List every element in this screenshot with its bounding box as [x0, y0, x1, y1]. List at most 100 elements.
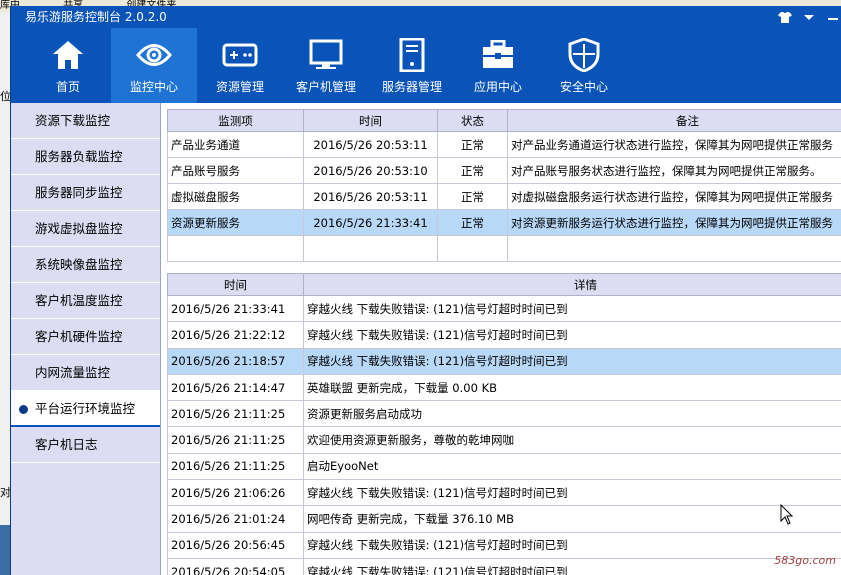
mouse-cursor-icon — [780, 504, 794, 525]
cell-detail: 启动EyooNet — [303, 452, 841, 481]
cell-detail: 穿越火线 下载失败错误: (121)信号灯超时时间已到 — [303, 557, 841, 575]
table-row[interactable]: 2016/5/26 20:54:05 穿越火线 下载失败错误: (121)信号灯超… — [167, 557, 841, 575]
tool-app-center[interactable]: 应用中心 — [455, 28, 541, 103]
table-row[interactable]: 2016/5/26 21:33:41 穿越火线 下载失败错误: (121)信号灯超… — [167, 294, 841, 323]
table-row[interactable]: 2016/5/26 21:11:25 欢迎使用资源更新服务，尊敬的乾坤网咖 — [167, 426, 841, 454]
sidebar-item-client-hardware[interactable]: 客户机硬件监控 — [11, 319, 160, 355]
sidebar-item-label: 服务器同步监控 — [35, 185, 123, 200]
cell-item: 产品账号服务 — [167, 157, 304, 184]
cell-detail: 穿越火线 下载失败错误: (121)信号灯超时时间已到 — [303, 294, 841, 323]
cell-time: 2016/5/26 21:11:25 — [167, 452, 304, 481]
cell-time: 2016/5/26 21:06:26 — [167, 479, 304, 507]
table-row[interactable]: 产品业务通道 2016/5/26 20:53:11 正常 对产品业务通道运行状态… — [167, 131, 841, 158]
column-header[interactable]: 时间 — [167, 273, 304, 296]
gamepad-icon — [222, 38, 258, 72]
table-row[interactable]: 2016/5/26 21:01:24 网吧传奇 更新完成，下载量 376.10 M… — [167, 505, 841, 533]
cell-note: 对产品账号服务状态进行监控，保障其为网吧提供正常服务。 — [507, 157, 841, 184]
tool-label: 首页 — [55, 80, 80, 94]
cell-item: 产品业务通道 — [167, 131, 304, 158]
column-header[interactable]: 详情 — [303, 273, 841, 296]
tool-security-center[interactable]: 安全中心 — [541, 28, 627, 103]
minimize-icon[interactable] — [826, 10, 840, 24]
log-table: 时间 详情 2016/5/26 21:33:41 穿越火线 下载失败错误: (12… — [167, 273, 841, 575]
sidebar-item-label: 系统映像盘监控 — [35, 257, 123, 272]
cell-time: 2016/5/26 20:53:10 — [303, 157, 438, 184]
table-row-empty — [167, 235, 841, 262]
cell-detail: 穿越火线 下载失败错误: (121)信号灯超时时间已到 — [303, 321, 841, 349]
cell-item: 资源更新服务 — [167, 209, 304, 236]
cell-detail: 欢迎使用资源更新服务，尊敬的乾坤网咖 — [303, 426, 841, 454]
cell-item: 虚拟磁盘服务 — [167, 183, 304, 210]
cell-time: 2016/5/26 20:56:45 — [167, 531, 304, 559]
title-bar[interactable]: 易乐游服务控制台 2.0.2.0 — [11, 6, 841, 28]
table-header-row: 时间 详情 — [167, 273, 841, 296]
monitor-main-panel: 监测项 时间 状态 备注 产品业务通道 2016/5/26 20:53:11 正… — [167, 109, 841, 575]
cell-time: 2016/5/26 21:11:25 — [167, 426, 304, 454]
dropdown-menu-icon[interactable] — [802, 10, 816, 24]
column-header[interactable]: 监测项 — [167, 109, 304, 132]
table-row[interactable]: 2016/5/26 20:56:45 穿越火线 下载失败错误: (121)信号灯超… — [167, 531, 841, 559]
table-row[interactable]: 产品账号服务 2016/5/26 20:53:10 正常 对产品账号服务状态进行… — [167, 157, 841, 184]
table-header-row: 监测项 时间 状态 备注 — [167, 109, 841, 132]
sidebar-item-resource-download[interactable]: 资源下载监控 — [11, 103, 160, 139]
table-row[interactable]: 虚拟磁盘服务 2016/5/26 20:53:11 正常 对虚拟磁盘服务运行状态… — [167, 183, 841, 210]
table-row[interactable]: 2016/5/26 21:11:25 资源更新服务启动成功 — [167, 400, 841, 428]
tool-resource-management[interactable]: 资源管理 — [197, 28, 283, 103]
tool-monitor-center[interactable]: 监控中心 — [111, 28, 197, 103]
sidebar-item-label: 客户机硬件监控 — [35, 329, 123, 344]
table-row-selected[interactable]: 2016/5/26 21:18:57 穿越火线 下载失败错误: (121)信号灯超… — [167, 347, 841, 375]
sidebar-item-system-image-disk[interactable]: 系统映像盘监控 — [11, 247, 160, 283]
sidebar-item-client-temperature[interactable]: 客户机温度监控 — [11, 283, 160, 319]
cell-note: 对产品业务通道运行状态进行监控，保障其为网吧提供正常服务 — [507, 131, 841, 158]
tool-label: 监控中心 — [129, 80, 178, 94]
sidebar-item-server-load[interactable]: 服务器负载监控 — [11, 139, 160, 175]
cell-time: 2016/5/26 21:18:57 — [167, 347, 304, 375]
table-row[interactable]: 2016/5/26 21:22:12 穿越火线 下载失败错误: (121)信号灯超… — [167, 321, 841, 349]
sidebar-item-platform-environment[interactable]: 平台运行环境监控 — [11, 391, 160, 427]
shield-icon — [566, 38, 602, 72]
cell-detail: 资源更新服务启动成功 — [303, 400, 841, 428]
cell-status: 正常 — [437, 157, 508, 184]
tool-home[interactable]: 首页 — [25, 28, 111, 103]
sidebar-item-label: 客户机温度监控 — [35, 293, 123, 308]
window-title: 易乐游服务控制台 2.0.2.0 — [25, 10, 167, 24]
app-window: 易乐游服务控制台 2.0.2.0 首页 监控中心 资源管理 客户机管理 服务器管… — [10, 6, 841, 575]
sidebar-item-label: 游戏虚拟盘监控 — [35, 221, 123, 236]
column-header[interactable]: 备注 — [507, 109, 841, 132]
content-area: 资源下载监控 服务器负载监控 服务器同步监控 游戏虚拟盘监控 系统映像盘监控 客… — [11, 103, 841, 575]
tool-label: 应用中心 — [473, 80, 522, 94]
sidebar-item-label: 服务器负载监控 — [35, 149, 123, 164]
column-header[interactable]: 时间 — [303, 109, 438, 132]
tool-label: 安全中心 — [559, 80, 608, 94]
cell-note: 对虚拟磁盘服务运行状态进行监控，保障其为网吧提供正常服务 — [507, 183, 841, 210]
table-row[interactable]: 2016/5/26 21:14:47 英雄联盟 更新完成，下载量 0.00 KB — [167, 373, 841, 402]
active-indicator-dot — [19, 405, 28, 414]
sidebar-item-label: 内网流量监控 — [35, 365, 111, 380]
cell-detail: 网吧传奇 更新完成，下载量 376.10 MB — [303, 505, 841, 533]
eye-icon — [136, 38, 172, 72]
skin-icon[interactable] — [778, 10, 792, 24]
sidebar-item-lan-traffic[interactable]: 内网流量监控 — [11, 355, 160, 391]
table-row-selected[interactable]: 资源更新服务 2016/5/26 21:33:41 正常 对资源更新服务运行状态… — [167, 209, 841, 236]
table-row[interactable]: 2016/5/26 21:06:26 穿越火线 下载失败错误: (121)信号灯超… — [167, 479, 841, 507]
cell-time: 2016/5/26 20:53:11 — [303, 131, 438, 158]
main-toolbar: 首页 监控中心 资源管理 客户机管理 服务器管理 应用中心 安全中心 — [11, 28, 841, 103]
sidebar-item-client-log[interactable]: 客户机日志 — [11, 427, 160, 463]
cell-status: 正常 — [437, 209, 508, 236]
column-header[interactable]: 状态 — [437, 109, 508, 132]
sidebar-item-game-virtual-disk[interactable]: 游戏虚拟盘监控 — [11, 211, 160, 247]
tool-client-management[interactable]: 客户机管理 — [283, 28, 369, 103]
sidebar-item-label: 资源下载监控 — [35, 113, 111, 128]
cell-status: 正常 — [437, 131, 508, 158]
monitor-icon — [308, 38, 344, 72]
table-row[interactable]: 2016/5/26 21:11:25 启动EyooNet — [167, 452, 841, 481]
site-watermark: 583go.com — [774, 554, 836, 567]
sidebar-item-server-sync[interactable]: 服务器同步监控 — [11, 175, 160, 211]
tool-server-management[interactable]: 服务器管理 — [369, 28, 455, 103]
cell-time: 2016/5/26 21:33:41 — [167, 294, 304, 323]
toolbox-icon — [480, 38, 516, 72]
cell-time: 2016/5/26 20:53:11 — [303, 183, 438, 210]
cell-time: 2016/5/26 20:54:05 — [167, 557, 304, 575]
cell-detail: 穿越火线 下载失败错误: (121)信号灯超时时间已到 — [303, 531, 841, 559]
cell-time: 2016/5/26 21:01:24 — [167, 505, 304, 533]
